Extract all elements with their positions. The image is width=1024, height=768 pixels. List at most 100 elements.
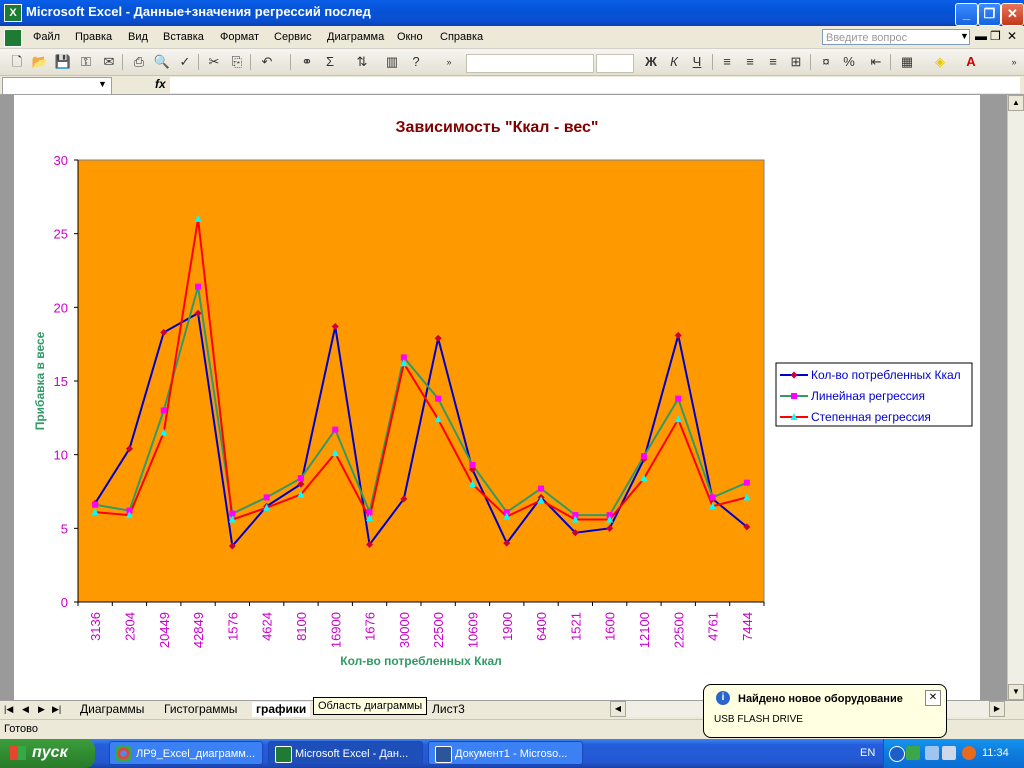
sort-icon[interactable]: ⇅ [353, 53, 371, 71]
task-chrome[interactable]: ЛР9_Excel_диаграмм... [109, 741, 263, 765]
tray-expand-icon[interactable] [889, 746, 905, 762]
tab-next-icon[interactable]: ▶ [38, 704, 45, 715]
italic-icon[interactable]: К [665, 53, 683, 71]
print-icon[interactable]: ⎙ [130, 53, 148, 71]
display-icon[interactable] [942, 746, 956, 760]
data-point-square[interactable] [791, 393, 797, 399]
tab-diagrams[interactable]: Диаграммы [76, 702, 148, 717]
formula-input[interactable] [170, 77, 1020, 93]
data-point-square[interactable] [640, 453, 647, 460]
save-icon[interactable]: 💾 [54, 53, 72, 71]
tab-graphs[interactable]: графики [252, 702, 311, 717]
decrease-indent-icon[interactable]: ⇤ [867, 53, 885, 71]
tab-first-icon[interactable]: |◀ [4, 704, 13, 715]
excel-icon[interactable]: X [4, 4, 22, 22]
menu-chart[interactable]: Диаграмма [327, 31, 384, 43]
scroll-left-icon[interactable]: ◀ [610, 701, 626, 717]
data-point-square[interactable] [469, 461, 476, 468]
data-point-square[interactable] [675, 395, 682, 402]
email-icon[interactable]: ✉ [100, 53, 118, 71]
y-tick-label: 0 [61, 595, 68, 610]
doc-restore-button[interactable]: ❐ [990, 29, 1001, 43]
help-search-input[interactable]: Введите вопрос [822, 29, 970, 45]
close-button[interactable]: ✕ [1001, 3, 1024, 26]
autosum-icon[interactable]: Σ [321, 53, 339, 71]
chart-area[interactable]: Зависимость "Ккал - вес" 0 5 10 15 20 25 30 31… [14, 95, 980, 695]
usb-device-icon[interactable] [906, 746, 920, 760]
doc-close-button[interactable]: ✕ [1007, 29, 1017, 43]
tab-last-icon[interactable]: ▶| [52, 704, 61, 715]
toolbar-options-icon-2[interactable]: » [1005, 53, 1023, 71]
menu-window[interactable]: Окно [397, 31, 423, 43]
copy-icon[interactable]: ⎘ [228, 53, 246, 71]
restore-button[interactable]: ❐ [978, 3, 1001, 26]
data-point-square[interactable] [332, 426, 339, 433]
open-icon[interactable]: 📂 [31, 53, 49, 71]
underline-icon[interactable]: Ч [688, 53, 706, 71]
name-box[interactable] [2, 77, 112, 95]
language-indicator[interactable]: EN [860, 747, 875, 759]
legend[interactable]: Кол-во потребленных Ккал Линейная регресс… [775, 362, 973, 427]
data-point-square[interactable] [538, 485, 545, 492]
align-center-icon[interactable]: ≡ [741, 53, 759, 71]
hyperlink-icon[interactable]: ⚭ [298, 53, 316, 71]
plot-area[interactable] [77, 159, 765, 603]
notification-balloon[interactable]: i Найдено новое оборудование USB FLASH D… [703, 684, 947, 738]
minimize-button[interactable]: _ [955, 3, 978, 26]
currency-icon[interactable]: ¤ [817, 53, 835, 71]
clock[interactable]: 11:34 [982, 747, 1009, 759]
tab-prev-icon[interactable]: ◀ [22, 704, 29, 715]
percent-icon[interactable]: % [840, 53, 858, 71]
data-point-square[interactable] [92, 501, 99, 508]
data-point-square[interactable] [160, 407, 167, 414]
fx-label[interactable]: fx [155, 77, 166, 91]
task-word[interactable]: Документ1 - Microso... [428, 741, 583, 765]
notification-close-button[interactable]: ✕ [925, 690, 941, 706]
scroll-up-icon[interactable]: ▲ [1008, 95, 1024, 111]
workbook-icon[interactable] [4, 29, 22, 47]
data-point-square[interactable] [435, 395, 442, 402]
name-box-dropdown-icon[interactable]: ▼ [98, 79, 107, 89]
cut-icon[interactable]: ✂ [205, 53, 223, 71]
data-point-square[interactable] [263, 494, 270, 501]
menu-format[interactable]: Формат [220, 31, 259, 43]
font-name-combo[interactable] [466, 54, 594, 73]
menu-help[interactable]: Справка [440, 31, 483, 43]
antivirus-icon[interactable] [962, 746, 976, 760]
menu-tools[interactable]: Сервис [274, 31, 312, 43]
help-dropdown-icon[interactable]: ▼ [960, 31, 969, 41]
new-icon[interactable]: 🗋 [8, 53, 26, 71]
vertical-scrollbar[interactable]: ▲ ▼ [1007, 95, 1024, 700]
merge-center-icon[interactable]: ⊞ [787, 53, 805, 71]
font-color-icon[interactable]: A [962, 53, 980, 71]
bold-icon[interactable]: Ж [642, 53, 660, 71]
help-icon[interactable]: ? [407, 53, 425, 71]
chart-wizard-icon[interactable]: ▥ [383, 53, 401, 71]
data-point-square[interactable] [297, 475, 304, 482]
data-point-square[interactable] [743, 479, 750, 486]
start-button[interactable]: пуск [0, 739, 95, 768]
align-right-icon[interactable]: ≡ [764, 53, 782, 71]
fill-color-icon[interactable]: ◈ [931, 53, 949, 71]
align-left-icon[interactable]: ≡ [718, 53, 736, 71]
print-preview-icon[interactable]: 🔍 [153, 53, 171, 71]
data-point-square[interactable] [195, 283, 202, 290]
data-point-square[interactable] [709, 494, 716, 501]
undo-icon[interactable]: ↶ [258, 53, 276, 71]
tab-sheet3[interactable]: Лист3 [428, 702, 469, 717]
toolbar-options-icon[interactable]: » [440, 53, 458, 71]
menu-view[interactable]: Вид [128, 31, 148, 43]
spelling-icon[interactable]: ✓ [176, 53, 194, 71]
menu-edit[interactable]: Правка [75, 31, 112, 43]
font-size-combo[interactable] [596, 54, 634, 73]
network-icon[interactable] [925, 746, 939, 760]
permission-icon[interactable]: ⚿ [77, 53, 95, 71]
task-excel[interactable]: Microsoft Excel - Дан... [268, 741, 423, 765]
menu-file[interactable]: Файл [33, 31, 60, 43]
scroll-down-icon[interactable]: ▼ [1008, 684, 1024, 700]
menu-insert[interactable]: Вставка [163, 31, 204, 43]
doc-minimize-button[interactable]: ▬ [975, 29, 987, 43]
tab-histograms[interactable]: Гистограммы [160, 702, 241, 717]
scroll-right-icon[interactable]: ▶ [989, 701, 1005, 717]
borders-icon[interactable]: ▦ [898, 53, 916, 71]
